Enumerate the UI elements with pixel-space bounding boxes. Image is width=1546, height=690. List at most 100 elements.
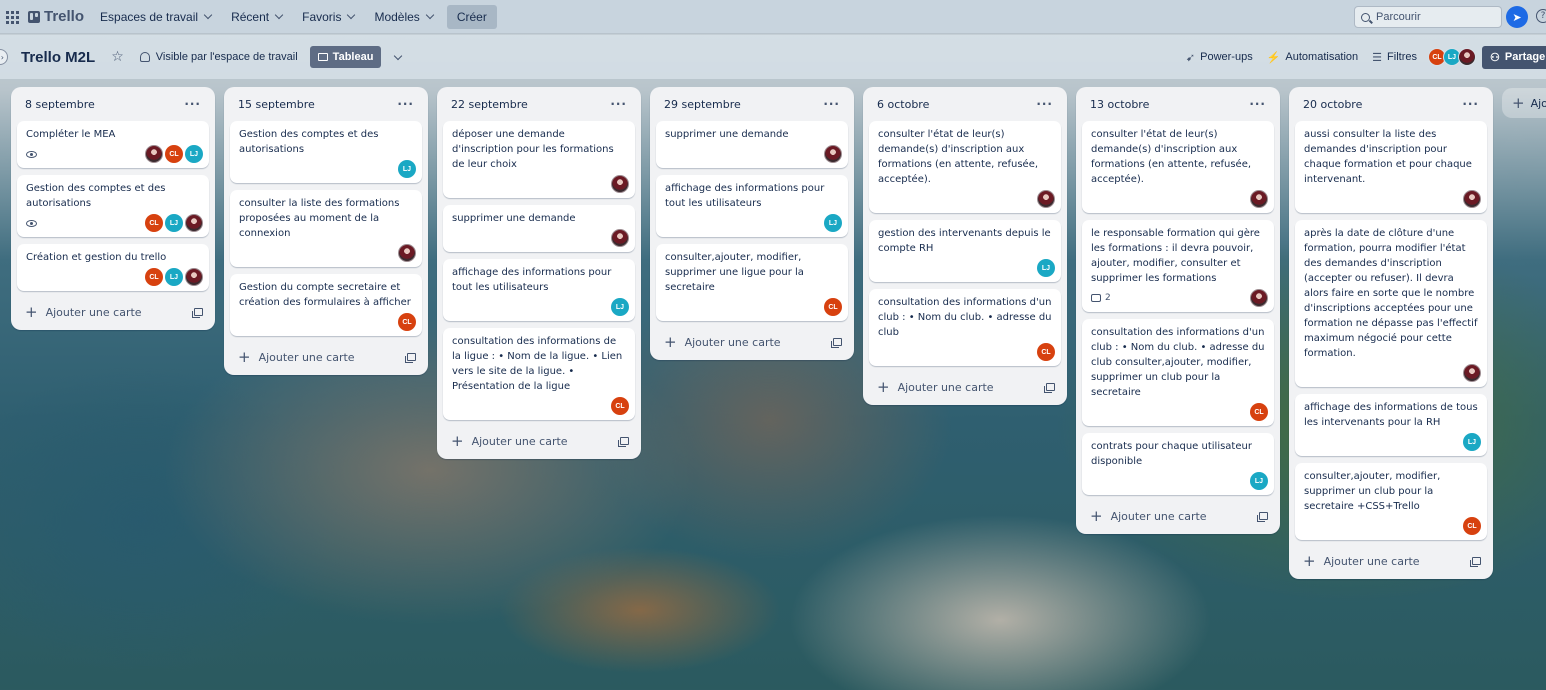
list-title[interactable]: 29 septembre [664, 98, 741, 111]
member-avatar[interactable]: CL [1037, 343, 1055, 361]
member-avatar[interactable] [1463, 364, 1481, 382]
member-avatar[interactable] [185, 214, 203, 232]
add-card-button[interactable]: + Ajouter une carte [656, 328, 848, 356]
card[interactable]: consulter la liste des formations propos… [230, 190, 422, 267]
member-avatar[interactable]: CL [1463, 517, 1481, 535]
card[interactable]: déposer une demande d'inscription pour l… [443, 121, 635, 198]
card[interactable]: consulter l'état de leur(s) demande(s) d… [1082, 121, 1274, 213]
member-avatar[interactable] [145, 145, 163, 163]
share-button[interactable]: ⚇ Partager [1482, 45, 1546, 69]
more-icon[interactable]: ··· [184, 97, 201, 111]
member-avatar[interactable]: CL [145, 268, 163, 286]
notifications-button[interactable]: ➤ [1506, 6, 1528, 28]
search-input[interactable] [1376, 11, 1496, 23]
card[interactable]: aussi consulter la liste des demandes d'… [1295, 121, 1487, 213]
add-card-button[interactable]: + Ajouter une carte [1082, 502, 1274, 530]
card[interactable]: affichage des informations de tous les i… [1295, 394, 1487, 456]
member-avatar[interactable]: CL [398, 313, 416, 331]
list-title[interactable]: 22 septembre [451, 98, 528, 111]
app-switcher-icon[interactable] [4, 9, 20, 25]
member-avatar[interactable]: CL [145, 214, 163, 232]
card-template-icon[interactable] [618, 437, 629, 447]
member-avatar[interactable] [1037, 190, 1055, 208]
card[interactable]: supprimer une demande [656, 121, 848, 168]
member-avatar[interactable]: CL [1250, 403, 1268, 421]
nav-starred[interactable]: Favoris [298, 6, 358, 28]
card-template-icon[interactable] [405, 353, 416, 363]
create-button[interactable]: Créer [446, 4, 497, 29]
list-title[interactable]: 8 septembre [25, 98, 95, 111]
member-avatar[interactable] [185, 268, 203, 286]
member-avatar[interactable]: CL [611, 397, 629, 415]
card[interactable]: affichage des informations pour tout les… [656, 175, 848, 237]
member-avatar[interactable]: LJ [1463, 433, 1481, 451]
help-icon[interactable]: ? [1536, 9, 1546, 23]
sidebar-toggle-icon[interactable]: › [0, 49, 8, 65]
card-template-icon[interactable] [1470, 557, 1481, 567]
card-template-icon[interactable] [1257, 512, 1268, 522]
card[interactable]: consulter,ajouter, modifier, supprimer u… [656, 244, 848, 321]
nav-workspaces[interactable]: Espaces de travail [96, 6, 215, 28]
nav-recent[interactable]: Récent [227, 6, 286, 28]
view-switcher-chevron-icon[interactable] [394, 51, 403, 60]
add-card-button[interactable]: + Ajouter une carte [17, 298, 209, 326]
more-icon[interactable]: ··· [823, 97, 840, 111]
filters-button[interactable]: ☰ Filtres [1372, 51, 1417, 64]
card[interactable]: consultation des informations de la ligu… [443, 328, 635, 420]
card[interactable]: consultation des informations d'un club … [1082, 319, 1274, 426]
member-avatar[interactable] [1458, 48, 1476, 66]
search-box[interactable] [1354, 6, 1502, 28]
member-avatar[interactable]: LJ [165, 214, 183, 232]
list-title[interactable]: 6 octobre [877, 98, 929, 111]
card-template-icon[interactable] [1044, 383, 1055, 393]
card[interactable]: Gestion des comptes et des autorisations… [230, 121, 422, 183]
member-avatar[interactable]: LJ [824, 214, 842, 232]
visibility-button[interactable]: Visible par l'espace de travail [139, 51, 298, 63]
list-title[interactable]: 20 octobre [1303, 98, 1362, 111]
member-avatar[interactable] [1250, 289, 1268, 307]
member-avatar[interactable] [611, 229, 629, 247]
power-ups-button[interactable]: ➹ Power-ups [1186, 51, 1253, 64]
board-view-button[interactable]: Tableau [309, 46, 382, 68]
card[interactable]: Gestion des comptes et des autorisations… [17, 175, 209, 237]
card[interactable]: Compléter le MEA CL LJ [17, 121, 209, 168]
card[interactable]: consulter,ajouter, modifier, supprimer u… [1295, 463, 1487, 540]
more-icon[interactable]: ··· [1036, 97, 1053, 111]
member-avatar[interactable]: LJ [1037, 259, 1055, 277]
list-title[interactable]: 15 septembre [238, 98, 315, 111]
member-avatar[interactable]: CL [165, 145, 183, 163]
add-card-button[interactable]: + Ajouter une carte [869, 373, 1061, 401]
trello-logo[interactable]: Trello [28, 8, 84, 25]
card[interactable]: affichage des informations pour tout les… [443, 259, 635, 321]
card-template-icon[interactable] [831, 338, 842, 348]
card[interactable]: supprimer une demande [443, 205, 635, 252]
card[interactable]: gestion des intervenants depuis le compt… [869, 220, 1061, 282]
member-avatar[interactable]: CL [824, 298, 842, 316]
member-avatar[interactable]: LJ [1250, 472, 1268, 490]
member-avatar[interactable] [398, 244, 416, 262]
member-avatar[interactable] [1463, 190, 1481, 208]
card[interactable]: après la date de clôture d'une formation… [1295, 220, 1487, 387]
nav-templates[interactable]: Modèles [370, 6, 436, 28]
card[interactable]: le responsable formation qui gère les fo… [1082, 220, 1274, 312]
add-list-button[interactable]: + Ajouter une liste [1502, 88, 1546, 118]
member-avatar[interactable]: LJ [185, 145, 203, 163]
card[interactable]: consultation des informations d'un club … [869, 289, 1061, 366]
more-icon[interactable]: ··· [1249, 97, 1266, 111]
more-icon[interactable]: ··· [1462, 97, 1479, 111]
card[interactable]: Création et gestion du trello CL LJ [17, 244, 209, 291]
add-card-button[interactable]: + Ajouter une carte [1295, 547, 1487, 575]
card[interactable]: consulter l'état de leur(s) demande(s) d… [869, 121, 1061, 213]
automation-button[interactable]: ⚡ Automatisation [1267, 51, 1358, 64]
list-title[interactable]: 13 octobre [1090, 98, 1149, 111]
card[interactable]: contrats pour chaque utilisateur disponi… [1082, 433, 1274, 495]
star-icon[interactable]: ☆ [111, 49, 124, 65]
more-icon[interactable]: ··· [397, 97, 414, 111]
board-title[interactable]: Trello M2L [21, 49, 95, 66]
member-avatar[interactable] [1250, 190, 1268, 208]
card[interactable]: Gestion du compte secretaire et création… [230, 274, 422, 336]
member-avatar[interactable]: LJ [398, 160, 416, 178]
member-avatar[interactable]: LJ [165, 268, 183, 286]
member-avatar[interactable] [824, 145, 842, 163]
member-avatar[interactable] [611, 175, 629, 193]
